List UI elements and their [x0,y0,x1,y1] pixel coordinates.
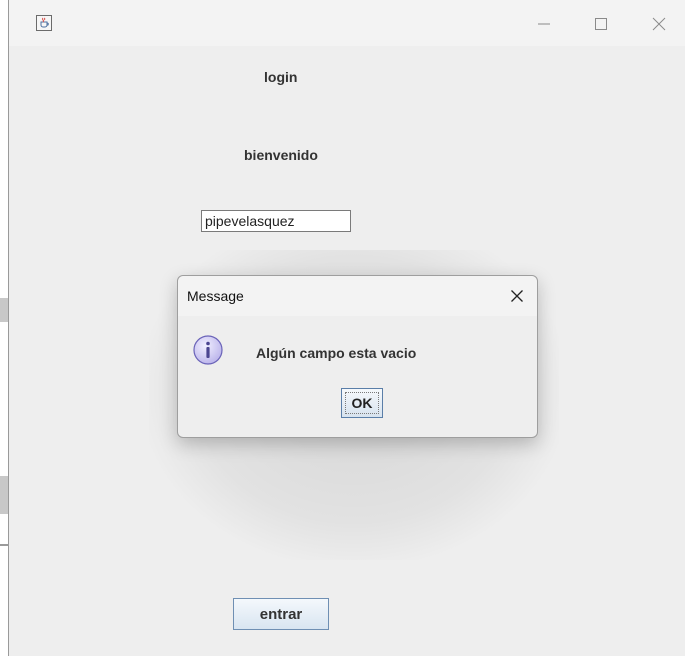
dialog-close-button[interactable] [507,286,527,306]
maximize-icon [595,18,607,30]
info-icon [193,335,223,365]
minimize-icon [538,23,550,25]
welcome-label: bienvenido [244,147,318,163]
background-window-edge-right [685,0,691,656]
window-close-button[interactable] [639,10,679,38]
login-label: login [264,69,298,85]
close-icon [511,290,523,302]
background-strip-segment [0,298,8,322]
minimize-button[interactable] [524,10,564,38]
dialog-message: Algún campo esta vacio [256,345,417,361]
app-window: login bienvenido entrar Message Algún ca… [8,0,686,656]
message-dialog: Message Algún campo esta vacio OK [177,275,538,438]
enter-button[interactable]: entrar [233,598,329,630]
background-strip-line [0,544,8,546]
dialog-title: Message [187,288,244,304]
window-titlebar[interactable] [9,0,686,46]
background-strip-segment [0,476,8,514]
maximize-button[interactable] [581,10,621,38]
username-input[interactable] [201,210,351,232]
background-window-edge [0,0,8,656]
ok-button[interactable]: OK [341,388,383,418]
close-icon [652,17,666,31]
dialog-titlebar[interactable]: Message [178,276,537,316]
java-cup-icon [36,15,52,31]
